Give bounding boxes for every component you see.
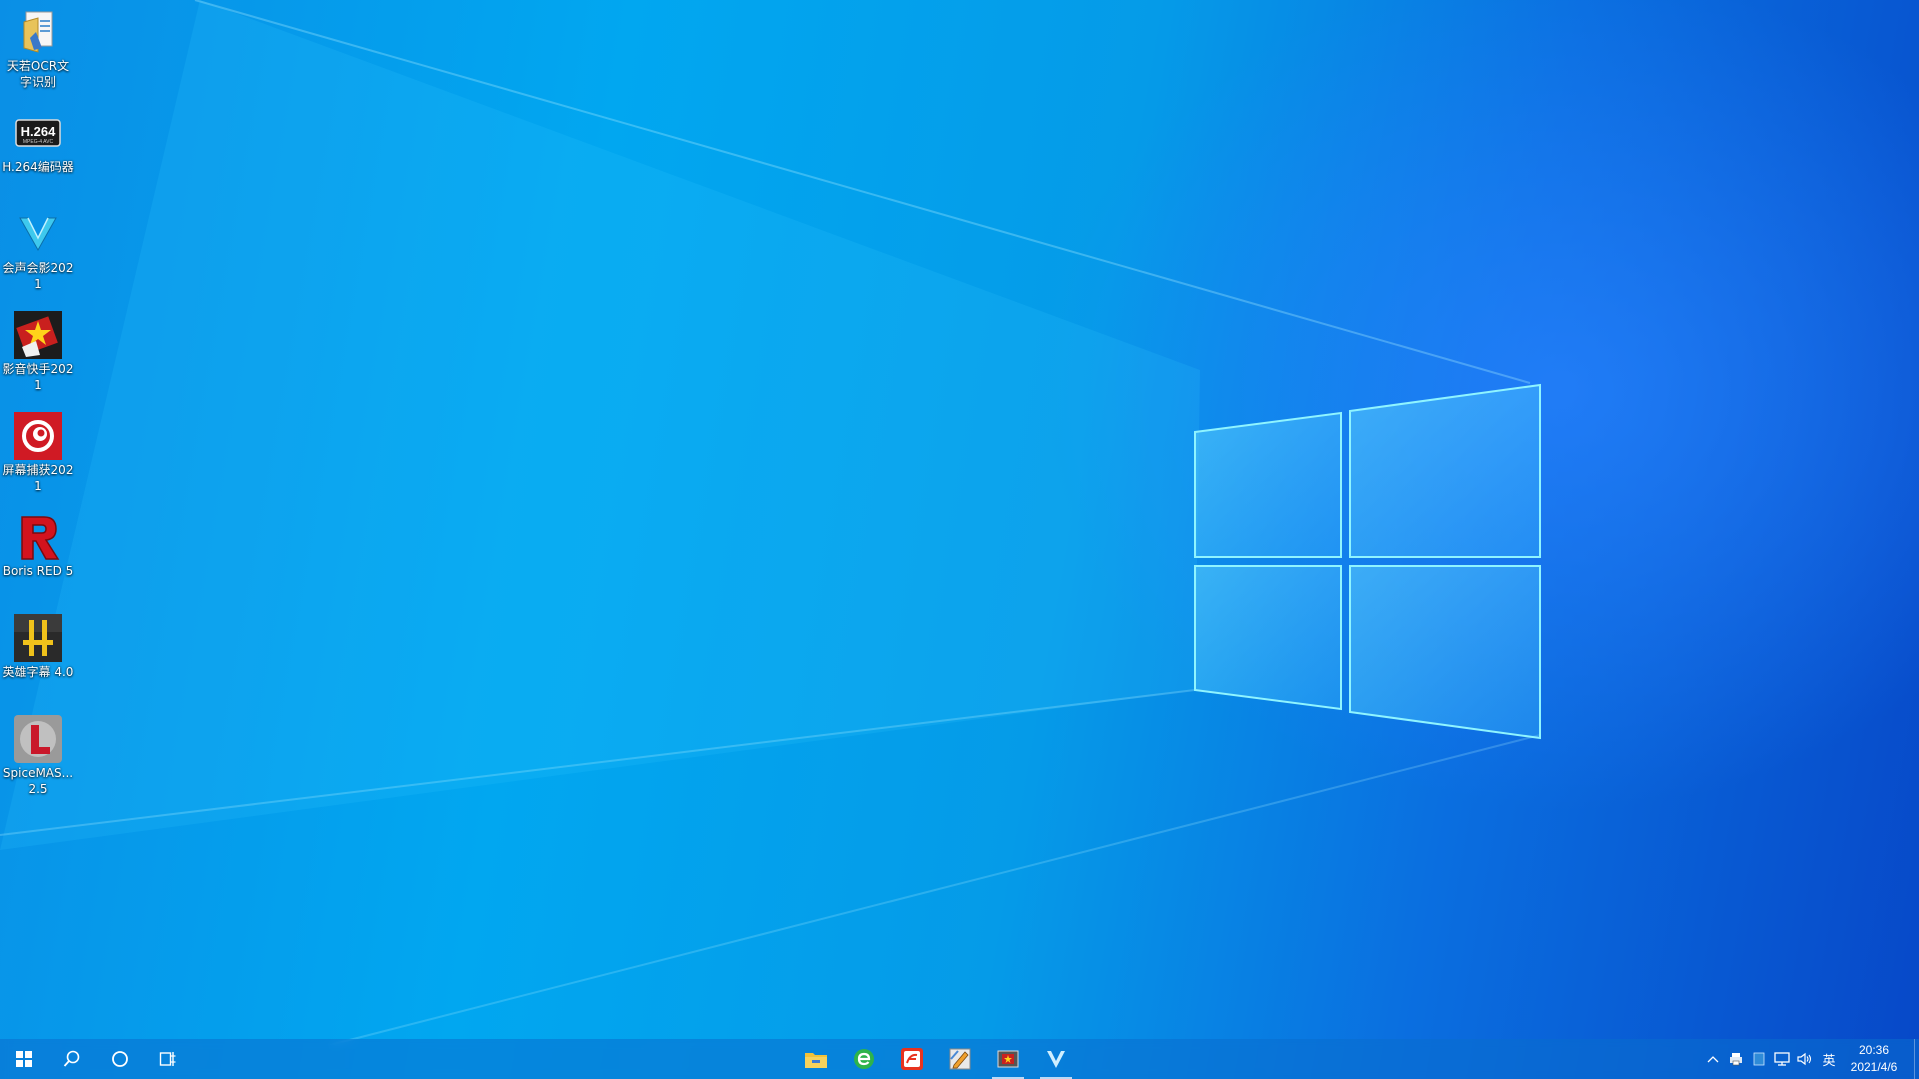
taskbar-red-app[interactable] bbox=[888, 1039, 936, 1079]
desktop-icon-label: 影音快手2021 bbox=[2, 362, 74, 392]
clock-time: 20:36 bbox=[1858, 1043, 1890, 1057]
taskbar-film-app[interactable] bbox=[984, 1039, 1032, 1079]
start-icon bbox=[16, 1051, 32, 1067]
network-icon bbox=[1774, 1052, 1790, 1066]
h264-logo-subtext: MPEG-4 AVC bbox=[23, 139, 54, 145]
desktop-icon-label: SpiceMAS...2.5 bbox=[2, 766, 74, 796]
search-button[interactable] bbox=[48, 1039, 96, 1079]
chevron-up-icon bbox=[1707, 1056, 1719, 1063]
taskbar-videostudio[interactable] bbox=[1032, 1039, 1080, 1079]
file-explorer-icon bbox=[805, 1053, 827, 1068]
volume-icon bbox=[1797, 1052, 1812, 1066]
screen-capture-icon bbox=[14, 412, 62, 460]
start-button[interactable] bbox=[0, 1039, 48, 1079]
desktop-icon-videostudio[interactable]: 会声会影2021 bbox=[2, 202, 74, 292]
desktop-icon-yingyin[interactable]: 影音快手2021 bbox=[2, 303, 74, 393]
desktop-icon-label: 会声会影2021 bbox=[2, 261, 74, 291]
taskbar-browser[interactable] bbox=[840, 1039, 888, 1079]
film-star-icon bbox=[14, 311, 62, 359]
taskbar-file-explorer[interactable] bbox=[792, 1039, 840, 1079]
wallpaper bbox=[0, 0, 1541, 1045]
printer-icon bbox=[1730, 1053, 1742, 1066]
task-view-icon bbox=[159, 1052, 176, 1066]
blue-square-icon bbox=[1753, 1052, 1765, 1066]
desktop-icon-boris-red[interactable]: Boris RED 5 bbox=[2, 505, 74, 579]
windows-logo bbox=[1194, 383, 1541, 740]
h264-logo-text: H.264 bbox=[21, 124, 56, 139]
desktop-icon-label: 英雄字幕 4.0 bbox=[2, 665, 74, 679]
red-app-icon bbox=[901, 1048, 923, 1070]
tray-overflow-chevron[interactable] bbox=[1702, 1039, 1724, 1079]
search-icon bbox=[63, 1050, 80, 1067]
desktop-icon-label: Boris RED 5 bbox=[2, 564, 74, 578]
desktop-icon-spicemaster[interactable]: SpiceMAS...2.5 bbox=[2, 707, 74, 797]
taskbar: 英 20:36 2021/4/6 bbox=[0, 1039, 1919, 1079]
desktop-icon-label: 屏幕捕获2021 bbox=[2, 463, 74, 493]
videostudio-v-icon bbox=[14, 210, 62, 258]
folder-doc-icon bbox=[14, 8, 62, 56]
desktop-icon-hero-subtitle[interactable]: 英雄字幕 4.0 bbox=[2, 606, 74, 680]
hero-subtitle-icon bbox=[14, 614, 62, 662]
taskbar-edit-tool[interactable] bbox=[936, 1039, 984, 1079]
browser-e-icon bbox=[854, 1049, 874, 1069]
desktop-icon-label: H.264编码器 bbox=[2, 160, 74, 174]
h264-icon: H.264 MPEG-4 AVC bbox=[14, 109, 62, 157]
cortana-icon bbox=[112, 1051, 128, 1067]
boris-red-r-icon bbox=[14, 513, 62, 561]
videostudio-icon bbox=[1047, 1051, 1065, 1068]
desktop-icon-screen-capture[interactable]: 屏幕捕获2021 bbox=[2, 404, 74, 494]
spicemaster-l-icon bbox=[14, 715, 62, 763]
tray-network[interactable] bbox=[1771, 1039, 1793, 1079]
tray-printer[interactable] bbox=[1725, 1039, 1747, 1079]
clock-date: 2021/4/6 bbox=[1850, 1060, 1898, 1074]
task-view-button[interactable] bbox=[144, 1039, 192, 1079]
taskbar-clock[interactable]: 20:36 2021/4/6 bbox=[1839, 1042, 1909, 1076]
tray-app-blue[interactable] bbox=[1748, 1039, 1770, 1079]
tray-input-method[interactable]: 英 bbox=[1818, 1039, 1840, 1079]
cortana-button[interactable] bbox=[96, 1039, 144, 1079]
desktop-icon-h264[interactable]: H.264 MPEG-4 AVC H.264编码器 bbox=[2, 101, 74, 175]
desktop-icon-label: 天若OCR文字识别 bbox=[6, 59, 70, 89]
edit-tool-icon bbox=[949, 1048, 971, 1070]
desktop-icon-tianruo-ocr[interactable]: 天若OCR文字识别 bbox=[2, 0, 74, 90]
show-desktop-button[interactable] bbox=[1914, 1039, 1919, 1079]
tray-volume[interactable] bbox=[1794, 1039, 1816, 1079]
film-app-icon bbox=[997, 1050, 1019, 1068]
